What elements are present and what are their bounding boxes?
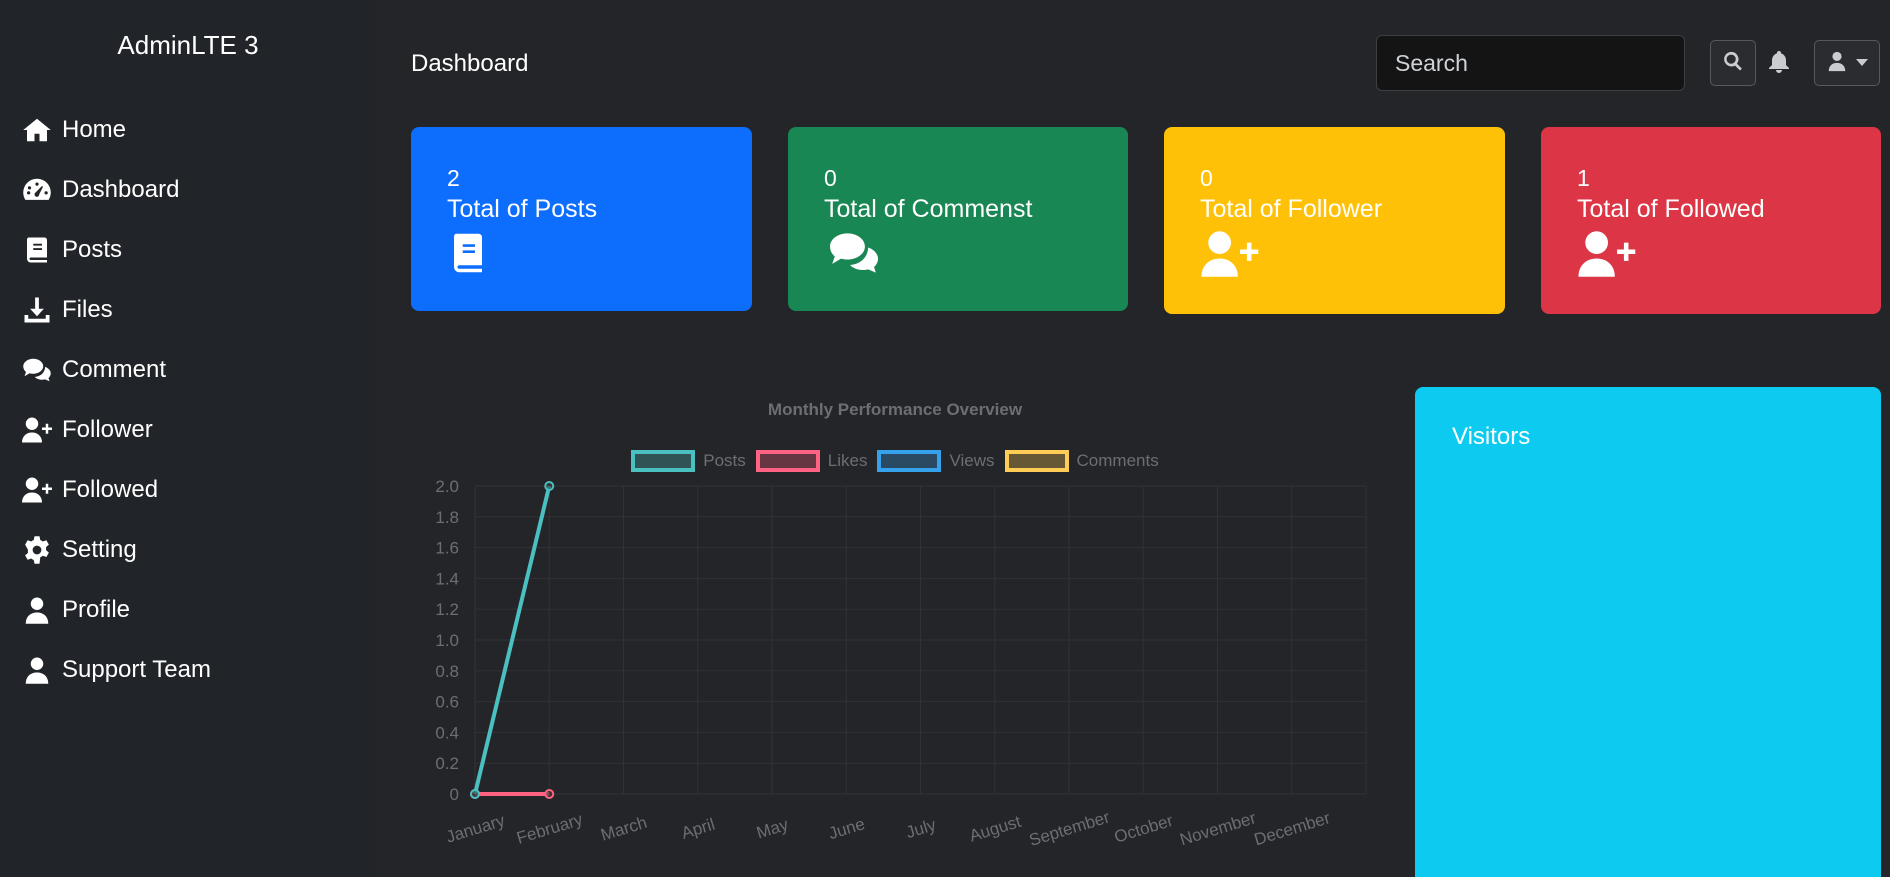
y-tick-label: 0: [450, 785, 459, 804]
page-title: Dashboard: [411, 50, 529, 77]
search-icon: [1722, 50, 1744, 77]
x-tick-label: February: [514, 810, 585, 848]
sidebar-item-posts[interactable]: Posts: [22, 220, 211, 280]
sidebar-item-followed[interactable]: Followed: [22, 460, 211, 520]
visitors-title: Visitors: [1452, 423, 1531, 450]
data-point-likes: [544, 789, 555, 799]
x-tick-label: September: [1027, 807, 1112, 850]
sidebar-item-follower[interactable]: Follower: [22, 400, 211, 460]
download-icon: [22, 295, 62, 325]
stat-label: Total of Posts: [447, 195, 598, 223]
y-tick-label: 0.6: [435, 693, 459, 712]
sidebar-item-label: Home: [62, 116, 127, 143]
x-tick-label: December: [1252, 808, 1333, 849]
stat-card-followed[interactable]: 1 Total of Followed: [1541, 127, 1881, 314]
stat-label: Total of Followed: [1577, 195, 1765, 223]
gauge-icon: [22, 175, 62, 205]
sidebar: AdminLTE 3 Home Dashboard Posts Files Co…: [0, 0, 376, 877]
brand-logo-text[interactable]: AdminLTE 3: [0, 30, 376, 61]
sidebar-item-files[interactable]: Files: [22, 280, 211, 340]
gear-icon: [22, 535, 62, 565]
user-plus-icon: [22, 415, 62, 445]
user-icon: [22, 655, 62, 685]
sidebar-item-home[interactable]: Home: [22, 100, 211, 160]
chevron-down-icon: [1856, 54, 1868, 72]
sidebar-item-label: Dashboard: [62, 176, 180, 203]
visitors-panel: Visitors: [1415, 387, 1881, 877]
x-tick-label: June: [826, 814, 867, 843]
x-tick-label: May: [754, 815, 791, 843]
stat-value: 2: [447, 165, 460, 191]
user-menu-button[interactable]: [1814, 40, 1880, 86]
performance-chart: Monthly Performance Overview Posts Likes…: [400, 390, 1390, 877]
x-tick-label: August: [967, 812, 1023, 846]
y-tick-label: 1.4: [435, 569, 459, 588]
y-tick-label: 1.8: [435, 508, 459, 527]
sidebar-item-dashboard[interactable]: Dashboard: [22, 160, 211, 220]
user-icon: [22, 595, 62, 625]
sidebar-item-label: Comment: [62, 356, 167, 383]
x-tick-label: April: [679, 815, 717, 843]
user-plus-icon: [1577, 229, 1845, 284]
stat-card-follower[interactable]: 0 Total of Follower: [1164, 127, 1505, 314]
book-icon: [447, 229, 716, 282]
user-plus-icon: [1200, 229, 1469, 284]
y-tick-label: 1.6: [435, 539, 459, 558]
sidebar-item-profile[interactable]: Profile: [22, 580, 211, 640]
stat-label: Total of Commenst: [824, 195, 1033, 223]
bell-icon: [1767, 49, 1791, 80]
sidebar-item-label: Setting: [62, 536, 137, 563]
notifications-button[interactable]: [1764, 48, 1794, 80]
x-tick-label: January: [444, 811, 508, 847]
chart-plot: 0 0.2 0.4 0.6 0.8 1.0 1.2 1.4 1.6 1.8 2.0 January Fe…: [435, 477, 1367, 850]
stat-value: 0: [1200, 165, 1213, 191]
sidebar-item-comment[interactable]: Comment: [22, 340, 211, 400]
sidebar-item-label: Profile: [62, 596, 131, 623]
x-tick-label: October: [1112, 811, 1176, 847]
sidebar-item-setting[interactable]: Setting: [22, 520, 211, 580]
comments-icon: [22, 355, 62, 385]
search-button[interactable]: [1710, 40, 1756, 86]
x-tick-label: March: [599, 813, 650, 845]
y-tick-label: 1.0: [435, 631, 459, 650]
sidebar-item-label: Followed: [62, 476, 159, 503]
stat-card-posts[interactable]: 2 Total of Posts: [411, 127, 752, 311]
x-tick-label: July: [904, 815, 939, 842]
sidebar-item-label: Support Team: [62, 656, 211, 683]
stat-value: 0: [824, 165, 837, 191]
sidebar-item-label: Follower: [62, 416, 153, 443]
data-point-posts: [470, 789, 480, 799]
comments-icon: [824, 229, 1092, 282]
data-point-posts: [544, 481, 555, 491]
user-plus-icon: [22, 475, 62, 505]
sidebar-nav: Home Dashboard Posts Files Comment Follo…: [22, 100, 211, 700]
sidebar-item-label: Files: [62, 296, 113, 323]
stat-value: 1: [1577, 165, 1590, 191]
stat-card-comments[interactable]: 0 Total of Commenst: [788, 127, 1128, 311]
y-tick-label: 0.2: [435, 754, 459, 773]
book-icon: [22, 235, 62, 265]
x-tick-label: November: [1178, 808, 1259, 849]
y-tick-label: 2.0: [435, 477, 459, 496]
y-tick-label: 1.2: [435, 600, 459, 619]
sidebar-item-support-team[interactable]: Support Team: [22, 640, 211, 700]
stat-label: Total of Follower: [1200, 195, 1383, 223]
y-tick-label: 0.4: [435, 723, 459, 742]
user-icon: [1826, 50, 1848, 77]
home-icon: [22, 115, 62, 145]
search-input[interactable]: [1376, 35, 1685, 91]
y-tick-label: 0.8: [435, 662, 459, 681]
sidebar-item-label: Posts: [62, 236, 123, 263]
